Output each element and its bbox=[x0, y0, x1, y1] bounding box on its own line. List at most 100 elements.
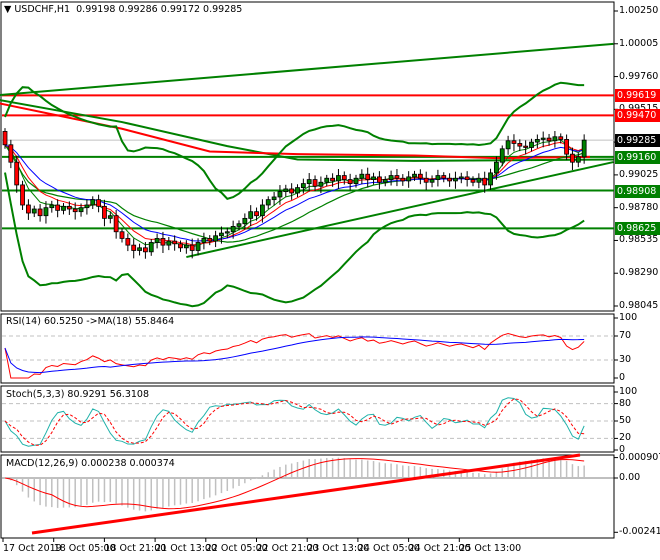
candle-body bbox=[277, 191, 283, 198]
candle-body bbox=[406, 176, 412, 182]
candle-body bbox=[382, 179, 388, 183]
candle-body bbox=[312, 179, 318, 187]
candle-body bbox=[488, 172, 493, 186]
candle-body bbox=[248, 211, 254, 219]
price-axis-label: 0.98780 bbox=[619, 201, 659, 213]
current-price-tag: 0.99285 bbox=[615, 134, 660, 148]
price-axis-label: 0.98290 bbox=[619, 267, 659, 279]
candle-body bbox=[336, 175, 341, 182]
candle-body bbox=[183, 244, 189, 249]
candle-body bbox=[154, 238, 160, 243]
candle-body bbox=[207, 238, 213, 242]
candle-body bbox=[131, 244, 137, 251]
candle-body bbox=[359, 173, 365, 179]
candle-body bbox=[575, 156, 581, 163]
candle-body bbox=[376, 176, 382, 183]
candle-body bbox=[201, 238, 207, 243]
candle-body bbox=[125, 238, 131, 246]
candle-body bbox=[435, 175, 441, 180]
candle-body bbox=[581, 139, 587, 158]
ohlc-values: 0.99198 0.99286 0.99172 0.99285 bbox=[76, 4, 243, 15]
candle-body bbox=[476, 177, 482, 183]
time-axis-label: 25 Oct 13:00 bbox=[459, 543, 522, 554]
candle-body bbox=[330, 177, 336, 182]
candle-body bbox=[236, 223, 242, 227]
candle-body bbox=[166, 240, 172, 246]
chart-title: ▼ USDCHF,H1 0.99198 0.99286 0.99172 0.99… bbox=[4, 4, 242, 15]
candle-body bbox=[224, 231, 230, 234]
candle-body bbox=[295, 187, 300, 194]
candle-body bbox=[324, 177, 330, 183]
symbol-label: USDCHF,H1 bbox=[14, 4, 71, 15]
chart-canvas[interactable] bbox=[0, 0, 660, 560]
candle-body bbox=[300, 183, 306, 189]
candle-body bbox=[441, 175, 447, 179]
price-axis-label: 0.98535 bbox=[619, 234, 659, 246]
candle-body bbox=[265, 199, 271, 206]
candle-body bbox=[540, 137, 546, 140]
indicator-axis-label: 100 bbox=[619, 312, 638, 323]
candle-body bbox=[160, 238, 166, 246]
indicator-axis-label: 0.00 bbox=[619, 472, 641, 483]
rsi-ma-line bbox=[4, 336, 585, 374]
candle-body bbox=[107, 215, 113, 219]
candle-body bbox=[31, 208, 37, 214]
candle-body bbox=[365, 173, 371, 180]
price-axis-label: 1.00250 bbox=[619, 5, 659, 16]
rsi-line bbox=[4, 333, 585, 379]
indicator-axis-label: 70 bbox=[619, 330, 632, 341]
price-axis-label: 0.99025 bbox=[619, 168, 659, 180]
indicator-axis-label: 0 bbox=[619, 372, 626, 383]
candle-body bbox=[78, 207, 84, 213]
candle-body bbox=[453, 177, 458, 182]
candle-body bbox=[43, 207, 49, 217]
candle-body bbox=[178, 243, 183, 249]
candle-body bbox=[84, 204, 90, 209]
candle-body bbox=[482, 177, 488, 186]
candle-body bbox=[546, 137, 552, 142]
candle-body bbox=[529, 141, 534, 148]
bollinger-band bbox=[4, 172, 585, 308]
candle-body bbox=[72, 208, 78, 213]
candle-body bbox=[353, 177, 359, 184]
candle-body bbox=[242, 217, 248, 225]
candle-body bbox=[113, 215, 119, 233]
candle-body bbox=[558, 136, 564, 140]
candle-body bbox=[25, 204, 31, 214]
trend-line bbox=[0, 42, 614, 96]
candle-body bbox=[259, 204, 265, 217]
candle-body bbox=[66, 205, 72, 210]
candle-body bbox=[347, 179, 353, 184]
candle-body bbox=[447, 177, 453, 182]
candle-body bbox=[14, 161, 20, 186]
candle-body bbox=[499, 148, 505, 163]
candle-body bbox=[423, 177, 429, 183]
candle-body bbox=[341, 175, 347, 180]
level-price-tag: 0.99160 bbox=[615, 150, 660, 164]
candle-body bbox=[458, 176, 464, 179]
candle-body bbox=[517, 143, 523, 147]
candle-body bbox=[37, 208, 43, 217]
candle-body bbox=[137, 247, 142, 251]
rsi-title: RSI(14) 60.5250 ->MA(18) 55.8464 bbox=[6, 316, 175, 327]
candle-body bbox=[2, 131, 8, 146]
candle-body bbox=[505, 140, 511, 150]
candle-body bbox=[102, 205, 107, 219]
candle-body bbox=[564, 139, 569, 155]
indicator-axis-label: 30 bbox=[619, 354, 632, 365]
candle-body bbox=[283, 188, 289, 193]
candle-body bbox=[230, 226, 236, 233]
candle-body bbox=[552, 136, 558, 142]
candle-body bbox=[20, 184, 25, 206]
candle-body bbox=[371, 176, 376, 180]
macd-title: MACD(12,26,9) 0.000238 0.000374 bbox=[6, 458, 175, 469]
triangle-down-icon[interactable]: ▼ bbox=[4, 4, 11, 15]
candle-body bbox=[142, 247, 148, 253]
level-price-tag: 0.98908 bbox=[615, 184, 660, 198]
candle-body bbox=[388, 175, 394, 180]
candle-body bbox=[412, 173, 417, 178]
candle-body bbox=[318, 181, 324, 187]
candle-body bbox=[417, 173, 423, 179]
candle-body bbox=[219, 232, 224, 237]
candle-body bbox=[61, 205, 66, 211]
